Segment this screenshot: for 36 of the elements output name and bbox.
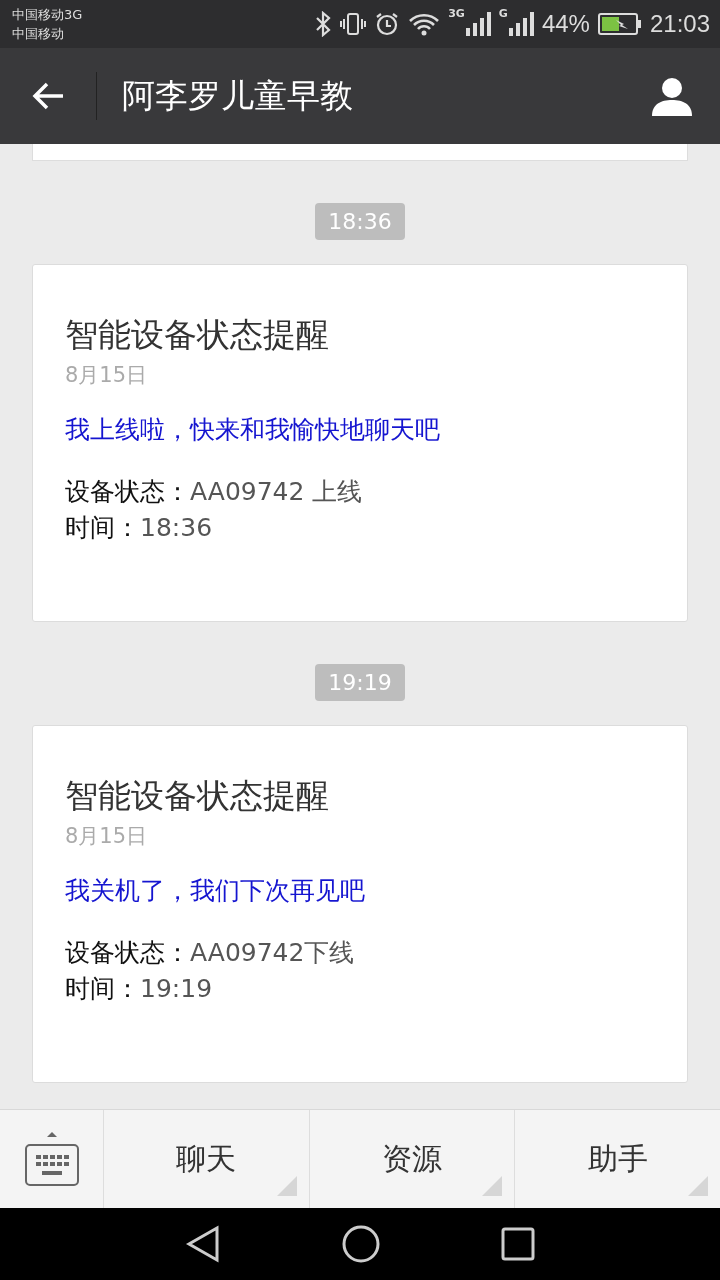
field-label: 设备状态：	[65, 477, 190, 506]
field-label: 时间：	[65, 513, 140, 542]
vibrate-icon	[340, 11, 367, 37]
signal-icon	[507, 12, 534, 36]
field-label: 设备状态：	[65, 938, 190, 967]
status-message: 我上线啦，快来和我愉快地聊天吧	[65, 414, 441, 446]
wifi-icon	[408, 11, 441, 37]
card-title: 智能设备状态提醒	[65, 314, 330, 356]
clock-time: 21:03	[649, 10, 710, 38]
home-icon[interactable]	[341, 1224, 381, 1264]
status-message: 我关机了，我们下次再见吧	[65, 875, 366, 907]
battery-percent: 44%	[541, 10, 590, 38]
timestamp: 19:19	[315, 664, 405, 701]
message-card[interactable]: 智能设备状态提醒 8月15日 我关机了，我们下次再见吧 设备状态：AA09742下线 时间：19:19	[32, 725, 688, 1083]
signal-icon	[464, 12, 491, 36]
field-value: AA09742 上线	[190, 477, 363, 506]
card-date: 8月15日	[65, 362, 149, 389]
network-type: 3G	[448, 8, 465, 19]
field-label: 时间：	[65, 974, 140, 1003]
bluetooth-icon	[314, 11, 333, 37]
card-title: 智能设备状态提醒	[65, 775, 330, 817]
field-value: 19:19	[140, 974, 213, 1003]
card-date: 8月15日	[65, 823, 149, 850]
back-icon[interactable]	[185, 1225, 221, 1263]
chat-title: 阿李罗儿童早教	[122, 74, 354, 117]
field-value: 18:36	[140, 513, 213, 542]
field-value: AA09742下线	[190, 938, 355, 967]
battery-charging-icon	[597, 12, 642, 36]
carrier-name: 中国移动	[12, 25, 65, 43]
carrier-name: 中国移动3G	[12, 6, 83, 24]
keyboard-icon[interactable]	[23, 1129, 80, 1189]
timestamp: 18:36	[315, 203, 405, 240]
recents-icon[interactable]	[501, 1227, 535, 1261]
message-card[interactable]: 智能设备状态提醒 8月15日 我上线啦，快来和我愉快地聊天吧 设备状态：AA09742 上线 时间：18:36	[32, 264, 688, 622]
network-type: G	[498, 8, 508, 19]
back-arrow-icon[interactable]	[31, 81, 65, 111]
